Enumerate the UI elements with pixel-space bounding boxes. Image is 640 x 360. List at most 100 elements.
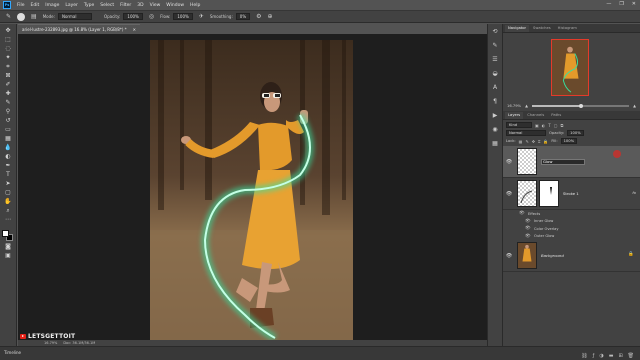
zoom-in-icon[interactable]: ▲ <box>633 104 636 108</box>
layer-row-stroke[interactable]: 👁 Stroke 1 fx <box>503 178 640 210</box>
menu-view[interactable]: View <box>150 3 161 8</box>
foreground-color-swatch[interactable] <box>2 230 9 237</box>
blur-tool-icon[interactable]: 💧 <box>4 144 13 152</box>
new-layer-icon[interactable]: ⊞ <box>618 350 622 360</box>
layer-mask-thumbnail[interactable] <box>539 180 559 207</box>
crop-tool-icon[interactable]: ⌗ <box>4 63 13 71</box>
layer-thumbnail[interactable] <box>517 180 537 207</box>
layer-fx-badge[interactable]: fx <box>632 190 636 195</box>
menu-image[interactable]: Image <box>45 3 59 8</box>
screen-mode-icon[interactable]: ▣ <box>4 252 13 260</box>
layer-name-input[interactable]: Glow <box>541 158 585 165</box>
history-icon[interactable]: ⟲ <box>491 28 499 36</box>
filter-smart-icon[interactable]: ⧉ <box>561 123 564 128</box>
character-icon[interactable]: A <box>491 84 499 92</box>
link-icon[interactable]: ⛓ <box>581 350 587 360</box>
folder-icon[interactable]: ▬ <box>609 350 614 360</box>
color-icon[interactable]: ◉ <box>491 126 499 134</box>
brush-tool-icon[interactable]: ✎ <box>4 99 13 107</box>
layer-name[interactable]: Stroke 1 <box>563 191 579 196</box>
rectangle-tool-icon[interactable]: ▢ <box>4 189 13 197</box>
effects-eye-icon[interactable]: 👁 <box>519 211 525 216</box>
navigator-zoom-value[interactable]: 16.79% <box>507 104 521 108</box>
effect-outer-glow[interactable]: 👁 Outer Glow <box>519 233 640 241</box>
menu-window[interactable]: Window <box>166 3 184 8</box>
tab-layers[interactable]: Layers <box>505 112 524 119</box>
menu-help[interactable]: Help <box>190 3 200 8</box>
eraser-tool-icon[interactable]: ▭ <box>4 126 13 134</box>
menu-edit[interactable]: Edit <box>31 3 40 8</box>
navigator-thumbnail[interactable] <box>551 39 589 96</box>
fill-input[interactable]: 100% <box>560 138 578 144</box>
actions-icon[interactable]: ▶ <box>491 112 499 120</box>
mask-icon[interactable]: ◑ <box>599 350 603 360</box>
quick-mask-icon[interactable]: ◙ <box>4 243 13 251</box>
lock-pixels-icon[interactable]: ▦ <box>519 139 523 144</box>
smoothing-input[interactable]: 0% <box>235 13 251 20</box>
path-select-tool-icon[interactable]: ➤ <box>4 180 13 188</box>
effect-eye-icon[interactable]: 👁 <box>525 234 531 239</box>
dodge-tool-icon[interactable]: ◐ <box>4 153 13 161</box>
zoom-tool-icon[interactable]: ⌕ <box>4 207 13 215</box>
tab-navigator[interactable]: Navigator <box>505 25 530 32</box>
lasso-tool-icon[interactable]: ◌ <box>4 45 13 53</box>
filter-pixel-icon[interactable]: ▣ <box>535 123 539 128</box>
properties-icon[interactable]: ☰ <box>491 56 499 64</box>
eyedropper-tool-icon[interactable]: ✐ <box>4 81 13 89</box>
layer-name[interactable]: Background <box>541 253 564 258</box>
minimize-icon[interactable]: — <box>606 1 611 7</box>
visibility-eye-icon[interactable]: 👁 <box>505 191 513 197</box>
visibility-eye-icon[interactable]: 👁 <box>505 159 513 165</box>
document-close-icon[interactable]: ✕ <box>133 25 136 34</box>
styles-icon[interactable]: ▦ <box>491 140 499 148</box>
marquee-tool-icon[interactable]: ⬚ <box>4 36 13 44</box>
filter-type-icon[interactable]: T <box>548 123 550 128</box>
photoshop-logo-icon[interactable]: Ps <box>3 1 11 9</box>
menu-layer[interactable]: Layer <box>65 3 78 8</box>
lock-paint-icon[interactable]: ✎ <box>525 139 528 144</box>
layer-kind-filter[interactable]: Kind <box>506 122 532 128</box>
hand-tool-icon[interactable]: ✋ <box>4 198 13 206</box>
type-tool-icon[interactable]: T <box>4 171 13 179</box>
brush-settings-icon[interactable]: ▤ <box>31 13 37 20</box>
layer-row-glow[interactable]: 👁 Glow <box>503 146 640 178</box>
canvas-area[interactable] <box>18 34 487 344</box>
adjustments-icon[interactable]: ◒ <box>491 70 499 78</box>
lock-position-icon[interactable]: ✥ <box>532 139 535 144</box>
zoom-out-icon[interactable]: ▲ <box>525 104 528 108</box>
menu-filter[interactable]: Filter <box>120 3 131 8</box>
document-canvas[interactable] <box>150 40 353 342</box>
layer-row-background[interactable]: 👁 Background 🔒 <box>503 240 640 272</box>
paragraph-icon[interactable]: ¶ <box>491 98 499 106</box>
menu-select[interactable]: Select <box>100 3 114 8</box>
effect-inner-glow[interactable]: 👁 Inner Glow <box>519 218 640 226</box>
tab-paths[interactable]: Paths <box>548 112 564 119</box>
pressure-opacity-icon[interactable]: ◎ <box>149 13 154 20</box>
brush-preset-picker[interactable] <box>17 12 26 21</box>
effect-eye-icon[interactable]: 👁 <box>525 219 531 224</box>
filter-adjust-icon[interactable]: ◐ <box>542 123 546 128</box>
flow-input[interactable]: 100% <box>173 13 193 20</box>
symmetry-icon[interactable]: ⊕ <box>268 13 273 20</box>
opacity-input[interactable]: 100% <box>123 13 143 20</box>
quick-select-tool-icon[interactable]: ✦ <box>4 54 13 62</box>
blend-mode-select[interactable]: Normal <box>506 130 546 136</box>
layer-opacity-input[interactable]: 100% <box>567 130 584 136</box>
layer-thumbnail[interactable] <box>517 242 537 269</box>
zoom-slider-knob[interactable] <box>578 103 583 108</box>
timeline-tab[interactable]: Timeline <box>4 350 21 355</box>
gear-icon[interactable]: ⚙ <box>256 13 261 20</box>
history-brush-tool-icon[interactable]: ↺ <box>4 117 13 125</box>
brush-tool-icon[interactable]: ✎ <box>6 13 11 20</box>
lock-all-icon[interactable]: 🔒 <box>543 139 548 144</box>
airbrush-icon[interactable]: ✈ <box>199 13 204 20</box>
document-tab[interactable]: ariel-lustre-232893.jpg @ 16.8% (Layer 1… <box>18 24 141 34</box>
menu-type[interactable]: Type <box>84 3 94 8</box>
filter-shape-icon[interactable]: ▢ <box>554 123 558 128</box>
tab-swatches[interactable]: Swatches <box>530 25 554 32</box>
menu-3d[interactable]: 3D <box>137 3 143 8</box>
frame-tool-icon[interactable]: ⊠ <box>4 72 13 80</box>
clone-stamp-tool-icon[interactable]: ⚲ <box>4 108 13 116</box>
brush-panel-icon[interactable]: ✎ <box>491 42 499 50</box>
trash-icon[interactable]: 🗑 <box>628 350 634 360</box>
